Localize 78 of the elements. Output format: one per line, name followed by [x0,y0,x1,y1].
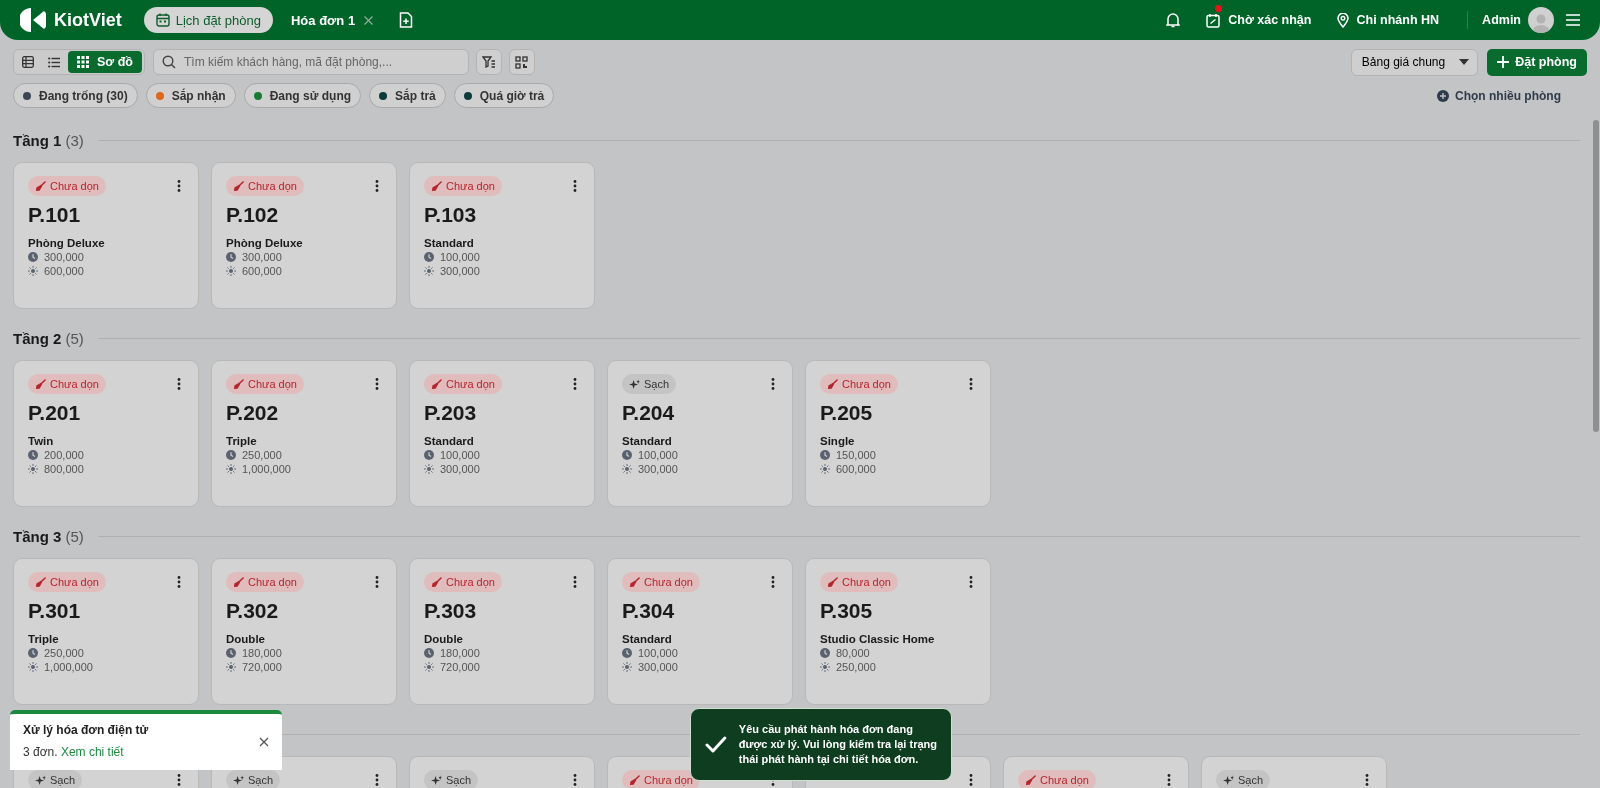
room-type: Double [424,633,464,645]
status-badge: Chưa dọn [622,770,700,788]
daily-price: 300,000 [638,661,678,673]
hourly-price: 200,000 [44,449,84,461]
status-badge: Chưa dọn [424,374,502,394]
hourly-price: 300,000 [44,251,84,263]
room-type: Phòng Deluxe [226,237,304,249]
notification-title: Xử lý hóa đơn điện tử [23,723,150,737]
room-number: P.201 [28,400,82,426]
daily-price: 300,000 [440,463,480,475]
status-badge: Sạch [1216,770,1271,788]
hourly-price: 100,000 [638,647,678,659]
room-type: Double [226,633,266,645]
room-number: P.205 [820,400,874,426]
hourly-price: 100,000 [440,449,480,461]
status-badge: Chưa dọn [820,374,898,394]
daily-price: 300,000 [440,265,480,277]
room-type: Triple [28,633,60,645]
room-type: Phòng Deluxe [28,237,106,249]
room-type: Triple [226,435,258,447]
room-number: P.301 [28,598,82,624]
daily-price: 600,000 [836,463,876,475]
hourly-price: 250,000 [242,449,282,461]
notification-body: 3 đơn. Xem chi tiết [23,745,125,759]
daily-price: 300,000 [638,463,678,475]
hourly-price: 100,000 [440,251,480,263]
room-type: Single [820,435,856,447]
room-number: P.102 [226,202,280,228]
room-type: Standard [424,435,475,447]
status-badge: Chưa dọn [424,176,502,196]
daily-price: 720,000 [242,661,282,673]
room-number: P.203 [424,400,478,426]
room-number: P.103 [424,202,478,228]
room-number: P.302 [226,598,280,624]
room-number: P.304 [622,598,676,624]
status-badge: Chưa dọn [820,572,898,592]
status-badge: Sạch [424,770,479,788]
status-badge: Chưa dọn [28,176,106,196]
room-type: Standard [622,633,673,645]
status-badge: Chưa dọn [424,572,502,592]
status-badge: Sạch [28,770,83,788]
status-badge: Chưa dọn [28,572,106,592]
room-number: P.202 [226,400,280,426]
daily-price: 720,000 [440,661,480,673]
daily-price: 600,000 [242,265,282,277]
room-number: P.303 [424,598,478,624]
status-badge: Chưa dọn [226,572,304,592]
room-type: Standard [622,435,673,447]
hourly-price: 100,000 [638,449,678,461]
hourly-price: 180,000 [440,647,480,659]
hourly-price: 180,000 [242,647,282,659]
status-badge: Chưa dọn [226,176,304,196]
status-badge: Chưa dọn [622,572,700,592]
daily-price: 800,000 [44,463,84,475]
hourly-price: 250,000 [44,647,84,659]
room-number: P.305 [820,598,874,624]
status-badge: Chưa dọn [1018,770,1096,788]
room-type: Studio Classic Home [820,633,936,645]
hourly-price: 80,000 [836,647,870,659]
floor-heading: Tầng 3 (5) [13,527,84,545]
daily-price: 1,000,000 [44,661,93,673]
floor-heading: Tầng 1 (3) [13,131,84,149]
room-number: P.101 [28,202,82,228]
status-badge: Sạch [622,374,677,394]
room-type: Standard [424,237,475,249]
room-type: Twin [28,435,55,447]
status-badge: Chưa dọn [226,374,304,394]
daily-price: 600,000 [44,265,84,277]
status-badge: Sạch [226,770,281,788]
toast-message: Yêu cầu phát hành hóa đơn đang được xử lý. Vui lòng kiểm tra lại trạng thái phát hành tại chi tiết hóa đơn. [738,722,938,767]
room-number: P.204 [622,400,676,426]
daily-price: 250,000 [836,661,876,673]
daily-price: 1,000,000 [242,463,291,475]
hourly-price: 150,000 [836,449,876,461]
logo-text: KiotViet [54,9,122,31]
hourly-price: 300,000 [242,251,282,263]
status-badge: Chưa dọn [28,374,106,394]
floor-heading: Tầng 2 (5) [13,329,84,347]
